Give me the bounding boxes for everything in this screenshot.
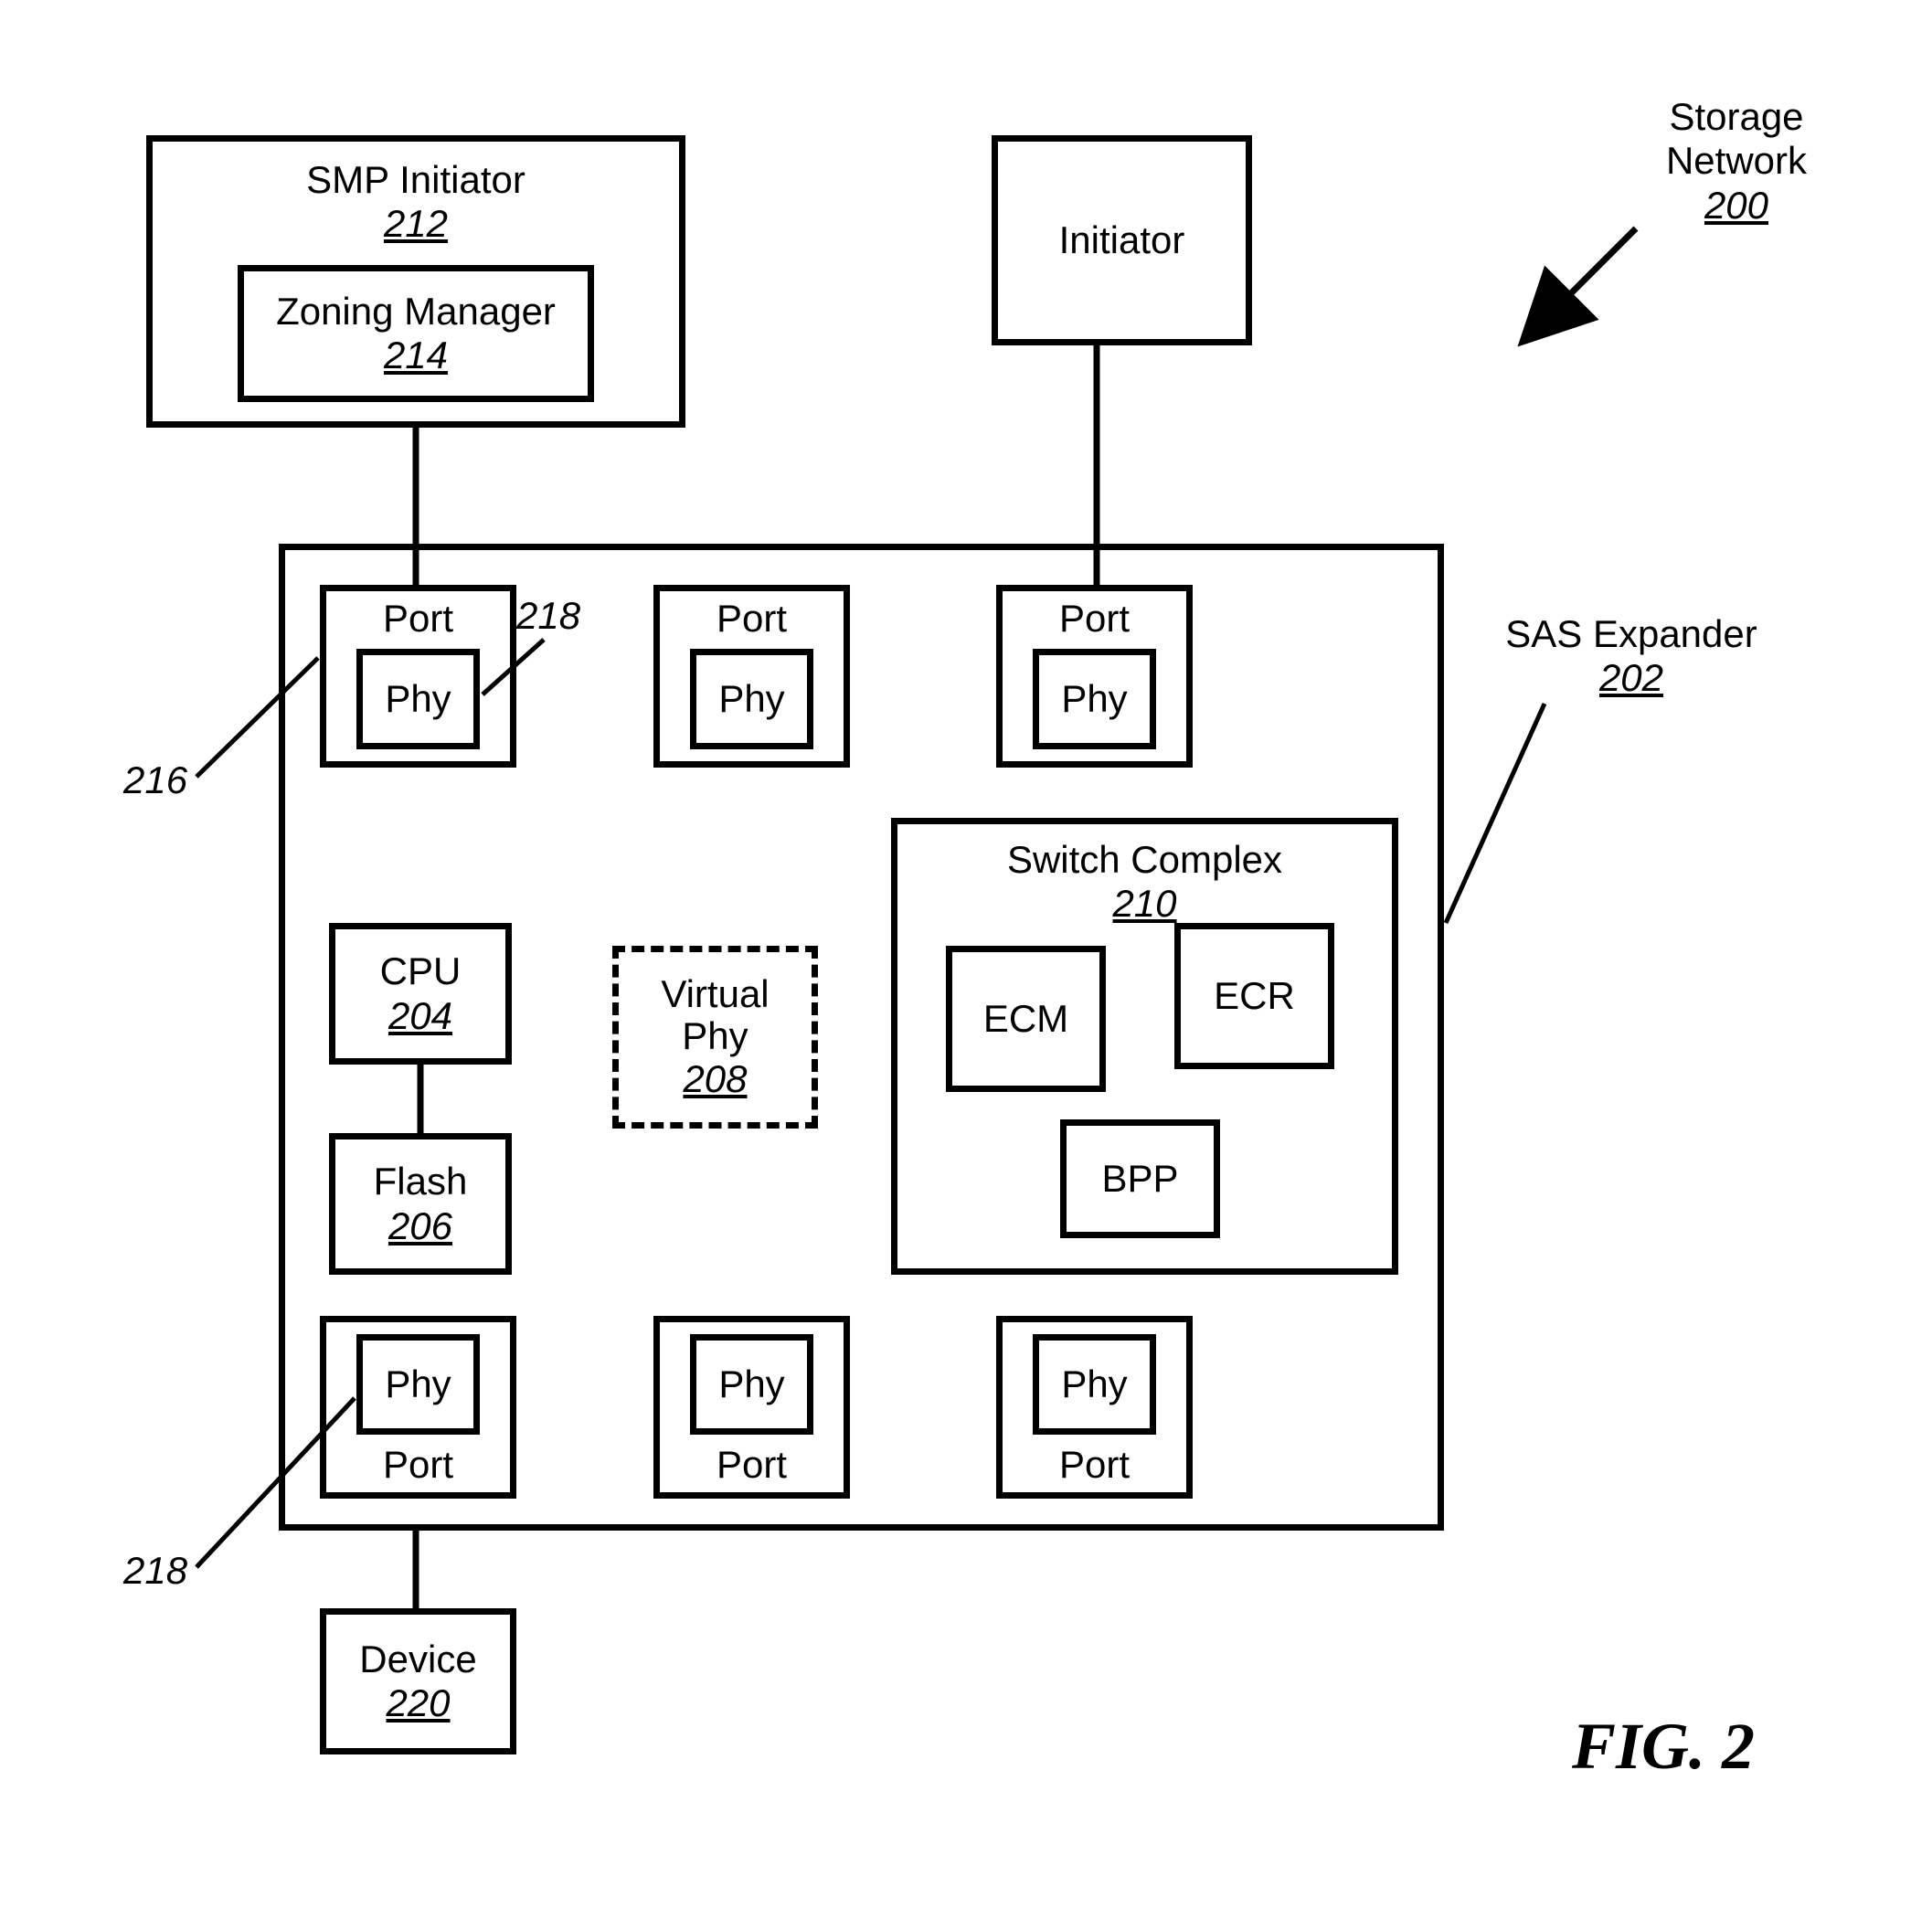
port-label-tm: Port bbox=[717, 597, 787, 641]
ref-216: 216 bbox=[123, 758, 187, 802]
sas-expander-label: SAS Expander 202 bbox=[1481, 612, 1782, 701]
phy-top-mid: Phy bbox=[690, 649, 813, 749]
cpu-ref: 204 bbox=[388, 994, 452, 1038]
phy-label-bl: Phy bbox=[385, 1362, 451, 1406]
flash-title: Flash bbox=[374, 1160, 468, 1203]
phy-label-br: Phy bbox=[1061, 1362, 1127, 1406]
storage-network-label: Storage Network 200 bbox=[1618, 95, 1855, 228]
zoning-manager-ref: 214 bbox=[384, 334, 448, 377]
switch-complex-title: Switch Complex bbox=[1007, 838, 1282, 882]
ecm-box: ECM bbox=[946, 946, 1106, 1092]
initiator-box: Initiator bbox=[992, 135, 1252, 345]
ecr-box: ECR bbox=[1174, 923, 1334, 1069]
ecm-title: ECM bbox=[983, 997, 1068, 1041]
phy-bottom-left: Phy bbox=[356, 1334, 480, 1435]
storage-network-ref: 200 bbox=[1618, 184, 1855, 228]
port-label-br: Port bbox=[1059, 1443, 1130, 1487]
smp-initiator-title: SMP Initiator bbox=[306, 158, 525, 202]
ref-218b: 218 bbox=[123, 1549, 187, 1593]
cpu-title: CPU bbox=[380, 949, 462, 993]
sas-expander-title: SAS Expander bbox=[1481, 612, 1782, 656]
zoning-manager-box: Zoning Manager 214 bbox=[238, 265, 594, 402]
phy-bottom-mid: Phy bbox=[690, 1334, 813, 1435]
virtual-phy-box: VirtualPhy 208 bbox=[612, 946, 818, 1129]
initiator-title: Initiator bbox=[1059, 218, 1185, 262]
phy-label-tm: Phy bbox=[718, 677, 784, 721]
device-box: Device 220 bbox=[320, 1608, 516, 1754]
diagram-canvas: Storage Network 200 SMP Initiator 212 Zo… bbox=[0, 0, 1932, 1908]
phy-label-bm: Phy bbox=[718, 1362, 784, 1406]
port-label-bm: Port bbox=[717, 1443, 787, 1487]
virtual-phy-ref: 208 bbox=[683, 1057, 747, 1101]
sas-expander-ref: 202 bbox=[1481, 656, 1782, 700]
port-label-bl: Port bbox=[383, 1443, 453, 1487]
phy-bottom-right: Phy bbox=[1033, 1334, 1156, 1435]
flash-ref: 206 bbox=[388, 1204, 452, 1248]
bpp-title: BPP bbox=[1101, 1157, 1178, 1201]
bpp-box: BPP bbox=[1060, 1119, 1220, 1238]
phy-top-right: Phy bbox=[1033, 649, 1156, 749]
phy-top-left: Phy bbox=[356, 649, 480, 749]
ecr-title: ECR bbox=[1214, 974, 1295, 1018]
virtual-phy-title: VirtualPhy bbox=[661, 973, 769, 1057]
smp-initiator-ref: 212 bbox=[384, 202, 448, 246]
storage-network-title: Storage Network bbox=[1618, 95, 1855, 184]
zoning-manager-title: Zoning Manager bbox=[276, 290, 556, 334]
phy-label-tr: Phy bbox=[1061, 677, 1127, 721]
port-label-tr: Port bbox=[1059, 597, 1130, 641]
ref-218a: 218 bbox=[516, 594, 580, 638]
device-title: Device bbox=[359, 1638, 476, 1681]
flash-box: Flash 206 bbox=[329, 1133, 512, 1275]
phy-label-tl: Phy bbox=[385, 677, 451, 721]
cpu-box: CPU 204 bbox=[329, 923, 512, 1065]
port-label-tl: Port bbox=[383, 597, 453, 641]
device-ref: 220 bbox=[386, 1681, 450, 1725]
switch-complex-ref: 210 bbox=[1112, 882, 1176, 926]
figure-label: FIG. 2 bbox=[1572, 1709, 1755, 1785]
